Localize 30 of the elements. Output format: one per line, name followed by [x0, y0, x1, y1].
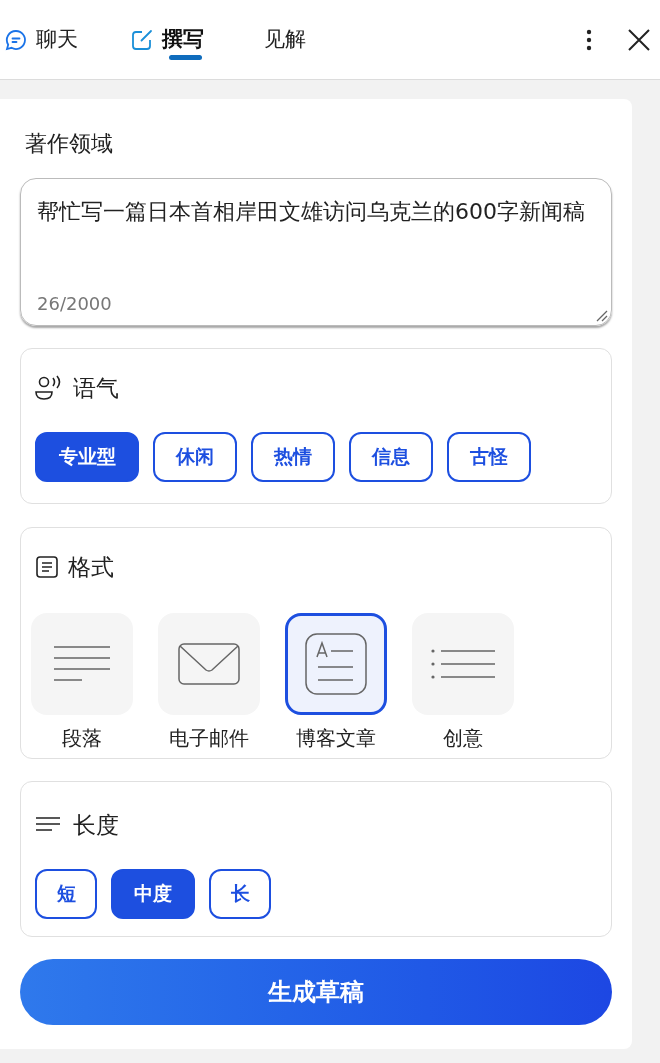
chat-icon — [4, 27, 28, 52]
prompt-text: 帮忙写一篇日本首相岸田文雄访问乌克兰的600字新闻稿 — [37, 198, 586, 226]
paragraph-icon — [53, 645, 111, 682]
resize-handle-icon[interactable] — [596, 310, 608, 322]
tab[interactable]: 见解 — [264, 0, 306, 80]
option-chip[interactable]: 专业型 — [35, 431, 139, 482]
prompt-field[interactable]: 帮忙写一篇日本首相岸田文雄访问乌克兰的600字新闻稿 26/2000 — [20, 178, 612, 326]
panel-title: 语气 — [73, 374, 119, 403]
voice-icon — [35, 375, 63, 402]
panel-title: 格式 — [68, 553, 114, 582]
option-chip[interactable]: 短 — [35, 868, 97, 919]
edit-icon — [130, 27, 154, 52]
option-chip[interactable]: 长 — [209, 868, 271, 919]
option-chip[interactable]: 中度 — [111, 868, 195, 919]
more-icon[interactable] — [586, 28, 592, 51]
panel-title: 长度 — [73, 811, 119, 840]
bullet-list-icon — [431, 648, 495, 679]
section-title: 著作领域 — [24, 130, 114, 158]
document-icon — [305, 632, 367, 695]
character-counter: 26/2000 — [37, 292, 113, 316]
option-chip[interactable]: 休闲 — [153, 431, 237, 482]
notes-icon — [36, 556, 58, 579]
tab[interactable]: 撰写 — [130, 0, 204, 80]
option-chip[interactable]: 古怪 — [447, 431, 531, 482]
close-icon[interactable] — [628, 28, 650, 51]
option-chip[interactable]: 热情 — [251, 431, 335, 482]
envelope-icon — [178, 642, 240, 685]
tab[interactable]: 聊天 — [4, 0, 78, 80]
option-chip[interactable]: 信息 — [349, 431, 433, 482]
generate-button[interactable]: 生成草稿 — [20, 959, 612, 1025]
